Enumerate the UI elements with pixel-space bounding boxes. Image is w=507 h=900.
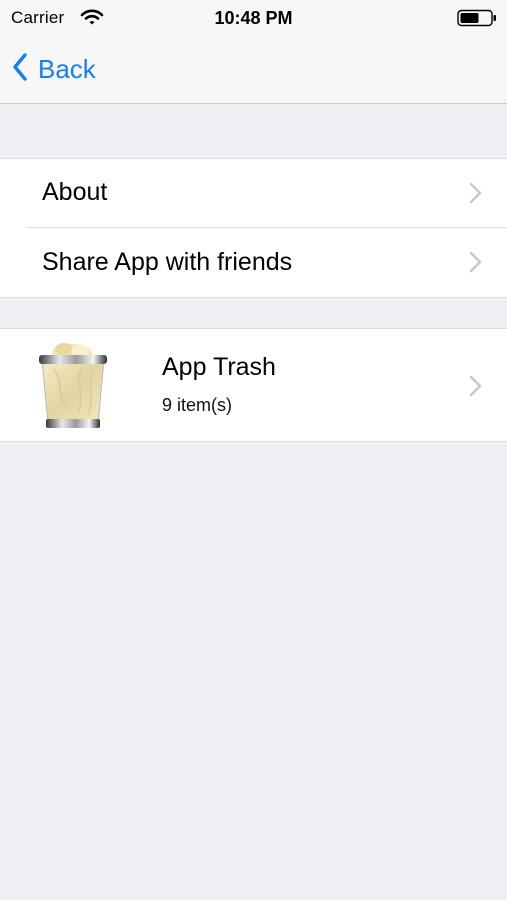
chevron-left-icon [12,52,28,87]
navigation-bar: Back [0,36,507,104]
trash-group: App Trash 9 item(s) [0,328,507,442]
battery-icon [457,9,499,32]
trash-can-icon [34,339,114,436]
chevron-right-icon [469,375,483,402]
status-bar: Carrier 10:48 PM [0,0,507,36]
app-trash-row[interactable]: App Trash 9 item(s) [0,329,507,441]
back-button[interactable]: Back [12,52,96,86]
settings-group: About Share App with friends [0,158,507,298]
clock: 10:48 PM [214,8,293,28]
share-app-label: Share App with friends [42,248,293,276]
trash-title: App Trash [162,353,276,381]
back-label: Back [38,53,96,84]
chevron-right-icon [469,251,483,278]
about-label: About [42,178,108,206]
about-row[interactable]: About [0,159,507,227]
trash-item-count: 9 item(s) [162,395,233,415]
share-app-row[interactable]: Share App with friends [0,228,507,297]
chevron-right-icon [469,182,483,209]
